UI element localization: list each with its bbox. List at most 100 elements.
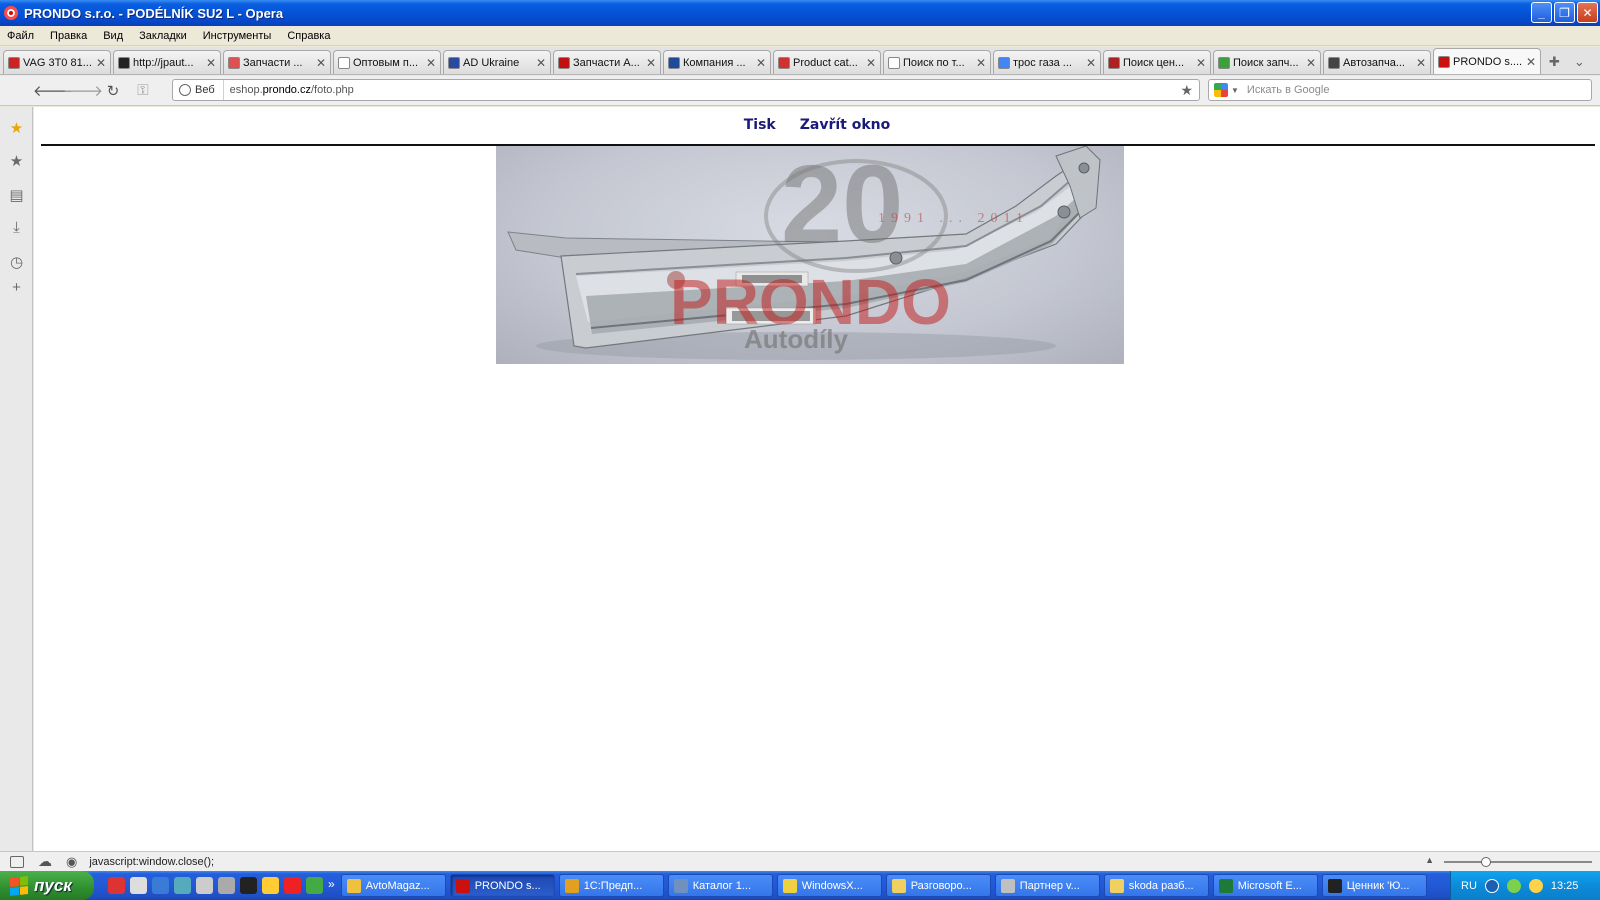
tab-close-icon[interactable]: ✕: [756, 56, 766, 70]
quicklaunch-browser-icon[interactable]: [174, 877, 191, 894]
panel-toggle-icon[interactable]: [10, 855, 24, 868]
window-title-bar[interactable]: PRONDO s.r.o. - PODÉLNÍK SU2 L - Opera _…: [0, 0, 1600, 26]
bookmarks-star-icon[interactable]: ★: [8, 152, 25, 170]
menu-edit[interactable]: Правка: [50, 30, 87, 42]
cloud-icon[interactable]: ☁: [38, 853, 52, 870]
tab-close-icon[interactable]: ✕: [1086, 56, 1096, 70]
task-label: 1С:Предп...: [583, 879, 643, 892]
status-text: javascript:window.close();: [89, 855, 215, 868]
task-label: Ценник 'Ю...: [1346, 879, 1410, 892]
tab-close-icon[interactable]: ✕: [536, 56, 546, 70]
zoom-menu-chevron-icon[interactable]: ▲: [1425, 855, 1434, 865]
task-label: WindowsX...: [801, 879, 863, 892]
forward-button[interactable]: 🡒: [63, 79, 103, 103]
quick-launch: »: [94, 877, 341, 894]
tab-list-chevron-icon[interactable]: ⌄: [1574, 54, 1585, 70]
minimize-button[interactable]: _: [1531, 2, 1552, 23]
quicklaunch-tool-icon[interactable]: [218, 877, 235, 894]
close-window-link[interactable]: Zavřít okno: [800, 117, 891, 133]
browser-tab[interactable]: VAG 3T0 81... ✕: [3, 50, 111, 74]
browser-tab[interactable]: Оптовым п... ✕: [333, 50, 441, 74]
language-indicator[interactable]: RU: [1461, 880, 1477, 892]
taskbar-button[interactable]: AvtoMagaz...: [340, 874, 446, 897]
google-icon[interactable]: [1214, 83, 1228, 97]
close-button[interactable]: ✕: [1577, 2, 1598, 23]
quicklaunch-app-icon[interactable]: [196, 877, 213, 894]
tray-app-icon[interactable]: [1506, 878, 1521, 893]
browser-tab[interactable]: Поиск цен... ✕: [1103, 50, 1211, 74]
quicklaunch-chrome-icon[interactable]: [306, 877, 323, 894]
address-field[interactable]: Веб eshop.prondo.cz/foto.php ★: [172, 79, 1200, 101]
notes-icon[interactable]: ▤: [8, 186, 25, 204]
taskbar-button[interactable]: WindowsX...: [776, 874, 882, 897]
browser-tab[interactable]: Поиск по т... ✕: [883, 50, 991, 74]
tab-close-icon[interactable]: ✕: [1416, 56, 1426, 70]
taskbar-button[interactable]: Ценник 'Ю...: [1321, 874, 1427, 897]
quicklaunch-opera-icon[interactable]: [108, 877, 125, 894]
tab-close-icon[interactable]: ✕: [206, 56, 216, 70]
quicklaunch-dark-icon[interactable]: [240, 877, 257, 894]
menu-view[interactable]: Вид: [103, 30, 123, 42]
tray-star-icon[interactable]: [1528, 878, 1543, 893]
tab-close-icon[interactable]: ✕: [866, 56, 876, 70]
quicklaunch-media-icon[interactable]: [262, 877, 279, 894]
restore-button[interactable]: ❐: [1554, 2, 1575, 23]
browser-tab[interactable]: AD Ukraine ✕: [443, 50, 551, 74]
windows-logo-icon: [10, 875, 28, 896]
browser-tab[interactable]: Запчасти А... ✕: [553, 50, 661, 74]
bookmark-star-icon[interactable]: ★: [1180, 82, 1193, 99]
taskbar-button[interactable]: Каталог 1...: [667, 874, 773, 897]
tab-close-icon[interactable]: ✕: [1196, 56, 1206, 70]
tab-close-icon[interactable]: ✕: [1526, 55, 1536, 69]
turbo-icon[interactable]: ◉: [66, 854, 77, 870]
tab-close-icon[interactable]: ✕: [646, 56, 656, 70]
chevron-down-icon[interactable]: ▼: [1231, 86, 1239, 95]
tab-close-icon[interactable]: ✕: [1306, 56, 1316, 70]
taskbar-button[interactable]: skoda разб...: [1103, 874, 1209, 897]
menu-bookmarks[interactable]: Закладки: [139, 30, 187, 42]
taskbar-button[interactable]: 1С:Предп...: [558, 874, 664, 897]
downloads-icon[interactable]: ⤓: [8, 219, 25, 236]
start-button[interactable]: пуск: [0, 871, 94, 900]
new-tab-plus-icon[interactable]: ✚: [1549, 54, 1560, 70]
tab-favicon-icon: [1108, 56, 1120, 69]
history-clock-icon[interactable]: ◷: [8, 253, 25, 271]
browser-tab[interactable]: Поиск запч... ✕: [1213, 50, 1321, 74]
menu-tools[interactable]: Инструменты: [203, 30, 272, 42]
browser-tab[interactable]: Product cat... ✕: [773, 50, 881, 74]
opera-icon: [4, 6, 18, 20]
browser-tab[interactable]: Компания ... ✕: [663, 50, 771, 74]
taskbar-button[interactable]: Microsoft E...: [1212, 874, 1318, 897]
tab-close-icon[interactable]: ✕: [976, 56, 986, 70]
speed-dial-star-icon[interactable]: ★: [8, 119, 25, 137]
key-icon[interactable]: ⚿: [130, 79, 156, 103]
add-panel-plus-icon[interactable]: +: [8, 279, 25, 296]
tray-network-icon[interactable]: [1484, 878, 1499, 893]
quicklaunch-ie-icon[interactable]: [152, 877, 169, 894]
browser-tab[interactable]: Запчасти ... ✕: [223, 50, 331, 74]
taskbar-button[interactable]: Разговоро...: [885, 874, 991, 897]
quicklaunch-opera2-icon[interactable]: [284, 877, 301, 894]
taskbar-button[interactable]: Партнер v...: [994, 874, 1100, 897]
tab-label: Поиск запч...: [1233, 56, 1299, 69]
site-info-button[interactable]: Веб: [173, 80, 224, 100]
menu-help[interactable]: Справка: [287, 30, 330, 42]
tab-close-icon[interactable]: ✕: [426, 56, 436, 70]
browser-tab[interactable]: трос газа ... ✕: [993, 50, 1101, 74]
zoom-slider[interactable]: [1444, 857, 1592, 867]
browser-tab[interactable]: http://jpaut... ✕: [113, 50, 221, 74]
task-app-icon: [891, 878, 906, 893]
print-link[interactable]: Tisk: [744, 117, 776, 133]
search-field[interactable]: ▼ Искать в Google: [1208, 79, 1592, 101]
reload-button[interactable]: ↻: [100, 79, 126, 103]
quicklaunch-save-icon[interactable]: [130, 877, 147, 894]
tab-close-icon[interactable]: ✕: [96, 56, 106, 70]
tab-close-icon[interactable]: ✕: [316, 56, 326, 70]
more-chevron-icon[interactable]: »: [328, 877, 335, 894]
task-app-icon: [1000, 878, 1015, 893]
browser-tab[interactable]: Автозапча... ✕: [1323, 50, 1431, 74]
menu-file[interactable]: Файл: [7, 30, 34, 42]
browser-tab[interactable]: PRONDO s.... ✕: [1433, 48, 1541, 74]
url-text[interactable]: eshop.prondo.cz/foto.php: [224, 84, 1181, 96]
taskbar-button[interactable]: PRONDO s...: [449, 874, 555, 897]
